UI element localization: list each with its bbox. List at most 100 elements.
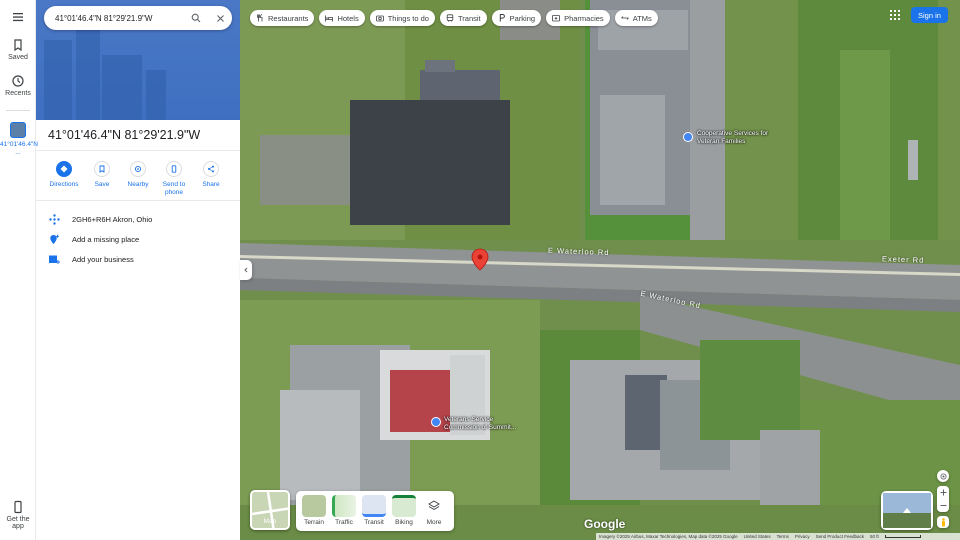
privacy-link[interactable]: Privacy xyxy=(795,534,810,539)
share-button[interactable]: Share xyxy=(193,161,229,189)
close-icon xyxy=(216,14,224,22)
send-to-phone-button[interactable]: Send to phone xyxy=(156,161,192,197)
search-icon xyxy=(191,13,201,23)
street-view-thumbnail xyxy=(883,493,931,528)
transit-icon xyxy=(446,14,454,22)
collapse-panel-button[interactable] xyxy=(240,260,252,280)
layer-options-panel: Terrain Traffic Transit Biking More xyxy=(296,491,454,531)
directions-button[interactable]: Directions xyxy=(46,161,82,189)
chip-hotels[interactable]: Hotels xyxy=(319,10,365,26)
parking-icon xyxy=(499,14,505,22)
search-button[interactable] xyxy=(189,11,203,25)
action-bar: Directions Save Nearby Send to phone Sha… xyxy=(36,150,240,200)
zoom-controls xyxy=(937,486,949,512)
scale-label[interactable]: 50 ft xyxy=(870,534,879,539)
layer-traffic[interactable]: Traffic xyxy=(330,495,358,526)
layer-terrain[interactable]: Terrain xyxy=(300,495,328,526)
restaurant-icon xyxy=(257,14,263,22)
layers-icon xyxy=(428,500,440,511)
phone-icon xyxy=(14,500,22,514)
business-icon xyxy=(49,255,60,264)
saved-label: Saved xyxy=(8,54,28,61)
menu-button[interactable] xyxy=(0,10,36,26)
search-box xyxy=(44,6,232,30)
place-title: 41°01'46.4"N 81°29'21.9"W xyxy=(48,128,201,142)
map-canvas[interactable] xyxy=(240,0,960,540)
search-input[interactable] xyxy=(55,13,185,23)
pegman-icon xyxy=(941,517,945,526)
poi-label-bottom[interactable]: Veterans Service Commission of Summit... xyxy=(444,416,524,431)
chip-atms[interactable]: ATMs xyxy=(614,10,658,26)
chip-pharmacies[interactable]: Pharmacies xyxy=(546,10,610,26)
feedback-link[interactable]: Send Product Feedback xyxy=(816,534,864,539)
history-icon xyxy=(12,75,24,87)
rail-divider xyxy=(6,110,30,111)
zoom-in-button[interactable] xyxy=(940,486,947,499)
place-thumbnail xyxy=(10,122,26,138)
nearby-icon xyxy=(134,165,142,173)
google-logo: Google xyxy=(584,517,626,531)
chip-transit[interactable]: Transit xyxy=(439,10,487,26)
atm-icon xyxy=(620,16,629,20)
my-location-button[interactable] xyxy=(937,470,949,482)
recents-label: Recents xyxy=(5,90,31,97)
phone-icon xyxy=(171,165,177,173)
poi-pin-icon[interactable] xyxy=(683,132,693,142)
zoom-out-button[interactable] xyxy=(940,499,947,512)
plus-icon xyxy=(940,489,946,496)
get-app-button[interactable]: Get the app xyxy=(0,500,36,530)
left-rail: Saved Recents 41°01'46.4"N ... Get the a… xyxy=(0,0,38,540)
pharmacy-icon xyxy=(552,15,560,22)
bookmark-icon xyxy=(14,39,22,52)
category-chips: Restaurants Hotels Things to do Transit … xyxy=(250,10,658,26)
poi-pin-icon[interactable] xyxy=(431,417,441,427)
sign-in-button[interactable]: Sign in xyxy=(911,7,948,23)
recent-place-button[interactable]: 41°01'46.4"N ... xyxy=(0,122,38,157)
hamburger-icon xyxy=(13,13,23,22)
apps-grid-icon xyxy=(890,10,900,20)
chevron-left-icon xyxy=(244,267,248,273)
nearby-button[interactable]: Nearby xyxy=(120,161,156,189)
chip-things-to-do[interactable]: Things to do xyxy=(369,10,435,26)
clear-search-button[interactable] xyxy=(213,11,227,25)
minus-icon xyxy=(940,505,946,506)
terms-link[interactable]: Terms xyxy=(777,534,789,539)
add-business-row[interactable]: Add your business xyxy=(36,249,240,269)
hotel-icon xyxy=(325,15,334,22)
road-label-upper-right: Exeter Rd xyxy=(881,254,925,265)
place-panel: 41°01'46.4"N 81°29'21.9"W Directions Sav… xyxy=(36,0,240,540)
saved-button[interactable]: Saved xyxy=(0,38,36,61)
chip-parking[interactable]: Parking xyxy=(491,10,542,26)
camera-icon xyxy=(375,15,384,22)
layer-transit[interactable]: Transit xyxy=(360,495,388,526)
share-icon xyxy=(208,165,214,173)
recent-place-label: 41°01'46.4"N ... xyxy=(0,141,38,156)
add-business-text: Add your business xyxy=(72,254,134,264)
bookmark-icon xyxy=(99,165,105,173)
google-apps-button[interactable] xyxy=(888,8,902,22)
add-place-icon xyxy=(49,234,59,244)
plus-code-icon xyxy=(48,213,60,225)
scale-bar xyxy=(884,535,921,538)
my-location-icon xyxy=(940,473,946,479)
poi-label-top[interactable]: Cooperative Services for Veteran Familie… xyxy=(697,130,777,145)
add-missing-place-row[interactable]: Add a missing place xyxy=(36,229,240,249)
info-divider xyxy=(36,200,240,201)
satellite-imagery xyxy=(240,0,960,540)
layer-more[interactable]: More xyxy=(420,495,448,526)
pegman-button[interactable] xyxy=(937,516,949,528)
country-link[interactable]: United States xyxy=(744,534,771,539)
chip-restaurants[interactable]: Restaurants xyxy=(250,10,315,26)
plus-code-text: 2GH6+R6H Akron, Ohio xyxy=(72,214,153,224)
directions-icon xyxy=(60,165,68,173)
map-layer-toggle[interactable]: Map xyxy=(250,490,290,530)
street-view-preview[interactable] xyxy=(881,491,933,530)
recents-button[interactable]: Recents xyxy=(0,74,36,97)
layer-biking[interactable]: Biking xyxy=(390,495,418,526)
map-footer: Imagery ©2025 Airbus, Maxar Technologies… xyxy=(596,533,960,540)
map-layer-label: Map xyxy=(263,518,277,525)
imagery-attribution: Imagery ©2025 Airbus, Maxar Technologies… xyxy=(599,534,738,539)
plus-code-row[interactable]: 2GH6+R6H Akron, Ohio xyxy=(36,209,240,229)
add-missing-place-text: Add a missing place xyxy=(72,234,140,244)
save-button[interactable]: Save xyxy=(84,161,120,189)
